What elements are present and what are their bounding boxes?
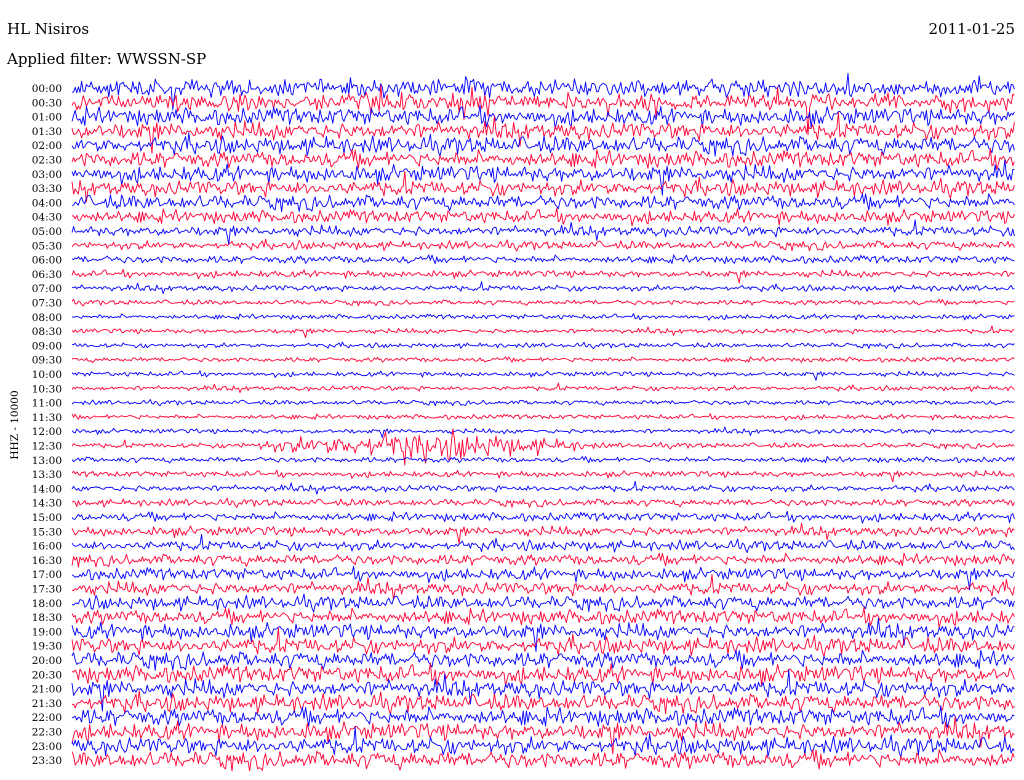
trace-group xyxy=(71,72,1015,772)
time-label: 16:00 xyxy=(32,541,62,553)
time-label: 01:00 xyxy=(32,112,62,124)
trace-row-1900 xyxy=(71,617,1015,653)
trace-row-2030 xyxy=(71,662,1015,687)
time-label: 22:30 xyxy=(32,727,62,739)
time-label: 07:30 xyxy=(32,298,62,310)
time-label: 08:30 xyxy=(32,326,62,338)
trace-row-1030 xyxy=(71,382,1015,394)
time-label: 21:00 xyxy=(32,684,62,696)
trace-row-0230 xyxy=(71,148,1015,170)
applied-filter-label: Applied filter: WWSSN-SP xyxy=(7,50,207,68)
time-label: 06:30 xyxy=(32,269,62,281)
time-label: 10:30 xyxy=(32,383,62,395)
trace-row-0530 xyxy=(71,238,1015,252)
time-label: 12:00 xyxy=(32,426,62,438)
trace-row-0630 xyxy=(71,268,1015,284)
trace-row-1130 xyxy=(71,413,1015,421)
trace-row-0900 xyxy=(72,341,1015,350)
time-label: 11:00 xyxy=(32,398,62,410)
trace-row-1630 xyxy=(71,552,1015,568)
time-label: 20:30 xyxy=(32,669,62,681)
time-label: 17:30 xyxy=(32,584,62,596)
time-label: 03:00 xyxy=(32,169,62,181)
trace-row-2330 xyxy=(71,749,1015,772)
trace-row-2200 xyxy=(71,705,1015,728)
trace-row-1530 xyxy=(71,522,1015,545)
trace-row-0430 xyxy=(71,207,1015,227)
trace-row-0730 xyxy=(71,298,1015,307)
trace-row-0500 xyxy=(71,219,1015,245)
time-label: 14:30 xyxy=(32,498,62,510)
time-label: 08:00 xyxy=(32,312,62,324)
time-label: 17:00 xyxy=(32,569,62,581)
time-label: 09:30 xyxy=(32,355,62,367)
trace-row-0700 xyxy=(71,281,1015,295)
time-label: 01:30 xyxy=(32,126,62,138)
time-label: 15:30 xyxy=(32,526,62,538)
time-label: 11:30 xyxy=(32,412,62,424)
trace-row-1800 xyxy=(71,593,1015,613)
trace-row-1330 xyxy=(71,469,1015,483)
trace-row-0100 xyxy=(71,104,1015,130)
time-label: 00:30 xyxy=(32,97,62,109)
trace-row-1200 xyxy=(71,426,1015,438)
time-label: 04:00 xyxy=(32,197,62,209)
trace-row-0830 xyxy=(71,325,1015,338)
trace-row-1000 xyxy=(71,370,1015,381)
time-label-group: 00:00 00:30 01:00 01:30 02:00 02:30 03:00 03:30… xyxy=(32,83,62,767)
time-label: 00:00 xyxy=(32,83,62,95)
time-label: 18:00 xyxy=(32,598,62,610)
time-label: 07:00 xyxy=(32,283,62,295)
time-label: 19:30 xyxy=(32,641,62,653)
time-label: 05:00 xyxy=(32,226,62,238)
trace-row-1600 xyxy=(71,533,1015,553)
time-label: 19:00 xyxy=(32,626,62,638)
trace-row-0800 xyxy=(71,313,1015,321)
trace-row-0200 xyxy=(71,132,1015,158)
time-label: 02:00 xyxy=(32,140,62,152)
time-label: 23:30 xyxy=(32,755,62,767)
trace-row-0930 xyxy=(71,356,1015,363)
trace-row-1400 xyxy=(71,480,1015,495)
time-label: 20:00 xyxy=(32,655,62,667)
time-label: 12:30 xyxy=(32,441,62,453)
trace-row-1500 xyxy=(71,510,1015,524)
time-label: 22:00 xyxy=(32,712,62,724)
trace-row-1730 xyxy=(71,574,1015,601)
trace-row-0600 xyxy=(71,254,1015,265)
time-label: 06:00 xyxy=(32,255,62,267)
trace-row-1430 xyxy=(71,497,1015,508)
time-label: 09:00 xyxy=(32,340,62,352)
time-label: 13:30 xyxy=(32,469,62,481)
time-label: 21:30 xyxy=(32,698,62,710)
time-label: 03:30 xyxy=(32,183,62,195)
time-label: 23:00 xyxy=(32,741,62,753)
time-label: 14:00 xyxy=(32,483,62,495)
trace-row-1830 xyxy=(71,606,1015,628)
time-label: 10:00 xyxy=(32,369,62,381)
trace-row-1100 xyxy=(71,399,1015,407)
time-label: 05:30 xyxy=(32,240,62,252)
seismogram-plot: 00:00 00:30 01:00 01:30 02:00 02:30 03:00 03:30… xyxy=(9,72,1015,772)
time-label: 13:00 xyxy=(32,455,62,467)
time-label: 16:30 xyxy=(32,555,62,567)
time-label: 15:00 xyxy=(32,512,62,524)
trace-row-0400 xyxy=(71,193,1015,213)
time-label: 04:30 xyxy=(32,212,62,224)
channel-label: HHZ - 10000 xyxy=(9,390,21,459)
trace-row-1300 xyxy=(71,456,1015,464)
time-label: 18:30 xyxy=(32,612,62,624)
time-label: 02:30 xyxy=(32,155,62,167)
trace-row-2000 xyxy=(71,649,1015,671)
